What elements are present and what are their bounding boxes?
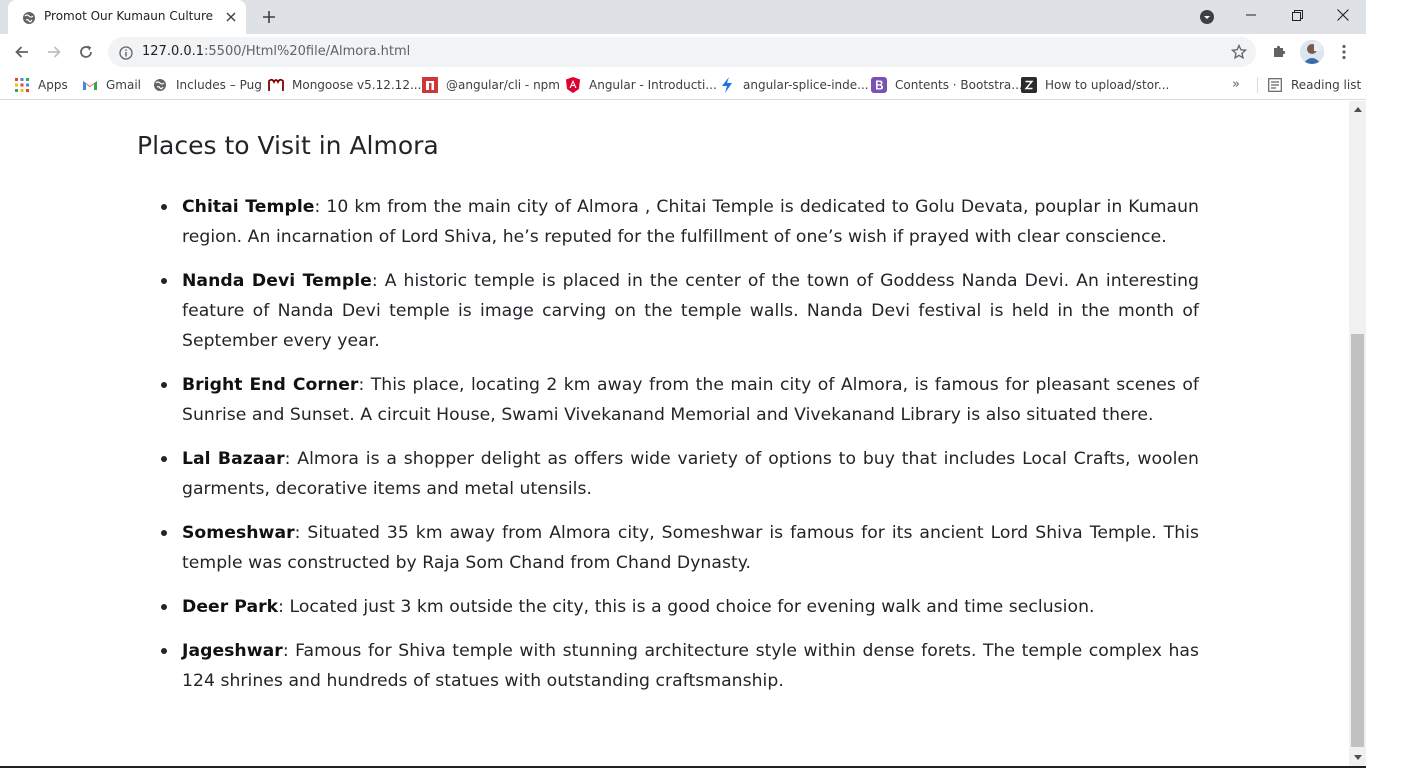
address-bar[interactable]: 127.0.0.1:5500/Html%20file/Almora.html <box>108 37 1256 67</box>
lightning-icon <box>719 77 735 93</box>
page-title: Places to Visit in Almora <box>137 131 439 160</box>
bookmark-label: Includes – Pug <box>176 78 262 92</box>
bookmark-label: Apps <box>38 78 68 92</box>
reload-button[interactable] <box>74 40 98 64</box>
tab-active[interactable]: Promot Our Kumaun Culture <box>8 0 246 34</box>
browser-toolbar: 127.0.0.1:5500/Html%20file/Almora.html <box>0 34 1366 70</box>
reading-list-button[interactable]: Reading list <box>1267 75 1361 95</box>
bookmarks-overflow-button[interactable]: » <box>1232 77 1240 92</box>
bookmark-label: Contents · Bootstra... <box>895 78 1023 92</box>
back-button[interactable] <box>10 40 34 64</box>
list-item: Lal Bazaar: Almora is a shopper delight … <box>161 444 1200 504</box>
npm-icon <box>422 77 438 93</box>
new-tab-button[interactable] <box>258 6 280 28</box>
place-name: Jageshwar <box>182 641 283 661</box>
url-host: 127.0.0.1 <box>142 44 205 59</box>
bookmark-label: angular-splice-inde... <box>743 78 869 92</box>
forward-button[interactable] <box>42 40 66 64</box>
page-viewport: Places to Visit in Almora Chitai Temple:… <box>0 101 1349 766</box>
reading-list-icon <box>1267 77 1283 93</box>
place-description: : Famous for Shiva temple with stunning … <box>182 641 1199 691</box>
bookmarks-bar: Apps Gmail Includes – Pug Mongoose v5.12… <box>0 70 1366 100</box>
desktop-gutter <box>1366 0 1420 768</box>
close-window-button[interactable] <box>1320 0 1366 30</box>
bookmark-includes-pug[interactable]: Includes – Pug <box>152 75 262 95</box>
bookmark-star-icon[interactable] <box>1230 43 1248 61</box>
browser-window: Promot Our Kumaun Culture 127.0.0.1:5500… <box>0 0 1366 768</box>
globe-icon <box>152 77 168 93</box>
bookmark-how-to-upload[interactable]: How to upload/stor... <box>1021 75 1169 95</box>
gmail-icon <box>82 77 98 93</box>
place-name: Lal Bazaar <box>182 449 285 469</box>
tab-title: Promot Our Kumaun Culture <box>44 9 214 23</box>
extensions-puzzle-icon[interactable] <box>1270 43 1288 61</box>
bookmark-label: Mongoose v5.12.12... <box>292 78 422 92</box>
list-item: Someshwar: Situated 35 km away from Almo… <box>161 518 1199 578</box>
site-info-icon[interactable] <box>119 45 133 60</box>
list-item: Chitai Temple: 10 km from the main city … <box>161 192 1199 252</box>
bookmark-label: Gmail <box>106 78 142 92</box>
more-menu-icon[interactable] <box>1336 43 1352 61</box>
bookmark-bootstrap[interactable]: Contents · Bootstra... <box>871 75 1023 95</box>
globe-icon <box>22 10 36 24</box>
scroll-down-arrow-icon[interactable] <box>1349 749 1366 766</box>
bookmark-label: Angular - Introducti... <box>589 78 717 92</box>
restore-button[interactable] <box>1274 0 1320 30</box>
url-text[interactable]: 127.0.0.1:5500/Html%20file/Almora.html <box>142 44 410 59</box>
tab-strip: Promot Our Kumaun Culture <box>0 0 1366 34</box>
close-tab-icon[interactable] <box>222 8 240 26</box>
bookmark-mongoose[interactable]: Mongoose v5.12.12... <box>268 75 421 95</box>
minimize-button[interactable] <box>1228 0 1274 30</box>
mongoose-icon <box>268 77 284 93</box>
bookmark-angular-intro[interactable]: Angular - Introducti... <box>565 75 717 95</box>
scroll-up-arrow-icon[interactable] <box>1349 101 1366 118</box>
place-description: : Located just 3 km outside the city, th… <box>278 597 1095 617</box>
place-name: Bright End Corner <box>182 375 359 395</box>
list-item: Nanda Devi Temple: A historic temple is … <box>161 266 1199 356</box>
bookmark-angular-cli-npm[interactable]: @angular/cli - npm <box>422 75 560 95</box>
places-list: Chitai Temple: 10 km from the main city … <box>161 192 1200 710</box>
z-icon <box>1021 77 1037 93</box>
place-name: Deer Park <box>182 597 279 617</box>
scrollbar-thumb[interactable] <box>1351 334 1364 747</box>
bookmarks-divider <box>1257 77 1258 93</box>
place-name: Chitai Temple <box>182 197 315 217</box>
bookmark-angular-splice[interactable]: angular-splice-inde... <box>719 75 869 95</box>
url-path: :5500/Html%20file/Almora.html <box>204 44 411 59</box>
place-description: : Situated 35 km away from Almora city, … <box>182 523 1199 573</box>
profile-avatar[interactable] <box>1300 40 1324 64</box>
angular-icon <box>565 77 581 93</box>
bookmark-label: @angular/cli - npm <box>446 78 560 92</box>
bookmark-gmail[interactable]: Gmail <box>82 75 141 95</box>
tab-search-icon[interactable] <box>1198 8 1216 26</box>
place-description: : Almora is a shopper delight as offers … <box>182 449 1200 499</box>
place-description: : 10 km from the main city of Almora , C… <box>182 197 1199 247</box>
place-name: Nanda Devi Temple <box>182 271 372 291</box>
list-item: Bright End Corner: This place, locating … <box>161 370 1199 430</box>
bookmark-label: How to upload/stor... <box>1045 78 1170 92</box>
apps-grid-icon <box>14 77 30 93</box>
page-scrollbar[interactable] <box>1349 101 1366 766</box>
bootstrap-icon <box>871 77 887 93</box>
place-name: Someshwar <box>182 523 295 543</box>
bookmark-apps[interactable]: Apps <box>14 75 68 95</box>
list-item: Jageshwar: Famous for Shiva temple with … <box>161 636 1199 696</box>
list-item: Deer Park: Located just 3 km outside the… <box>161 592 1199 622</box>
reading-list-label: Reading list <box>1291 78 1362 92</box>
